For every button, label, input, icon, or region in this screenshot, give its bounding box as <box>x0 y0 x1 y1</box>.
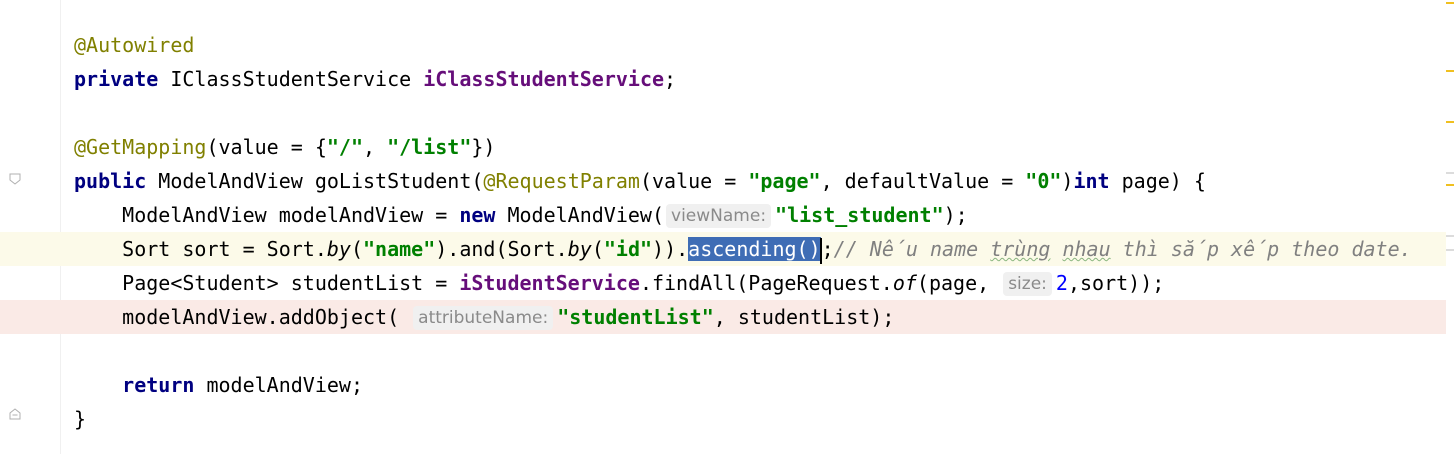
warning-mark[interactable] <box>1446 2 1454 4</box>
code-line-current[interactable]: Sort sort = Sort.by("name").and(Sort.by(… <box>0 232 1448 266</box>
code-token: @Autowired <box>74 33 195 57</box>
code-token: "page" <box>748 169 821 193</box>
code-token: (value = <box>639 169 749 193</box>
code-token: ( <box>591 237 604 261</box>
code-line-highlighted[interactable]: modelAndView.addObject( attributeName: "s… <box>0 300 1448 334</box>
code-token: by <box>567 237 592 261</box>
code-token: int <box>1073 169 1110 193</box>
code-token: "list_student" <box>775 203 944 227</box>
warning-mark[interactable] <box>1446 184 1454 186</box>
code-token: "name" <box>363 237 436 261</box>
code-token: page) { <box>1109 169 1206 193</box>
code-token: return <box>122 373 195 397</box>
info-mark[interactable] <box>1446 172 1454 174</box>
code-token: 2 <box>1055 271 1068 295</box>
info-mark[interactable] <box>1446 249 1454 251</box>
code-token: ModelAndView goListStudent( <box>146 169 484 193</box>
code-token: "/list" <box>387 135 472 159</box>
code-token: )). <box>652 237 689 261</box>
code-line[interactable]: @Autowired <box>0 28 1448 62</box>
code-token: IClassStudentService <box>158 67 424 91</box>
code-token: public <box>74 169 147 193</box>
code-token: , <box>363 135 388 159</box>
code-token: new <box>459 203 496 227</box>
code-token: trùng <box>990 237 1051 261</box>
code-token: "/" <box>326 135 363 159</box>
code-line[interactable]: public ModelAndView goListStudent(@Reque… <box>0 164 1448 198</box>
code-token: ; <box>821 237 834 261</box>
code-line[interactable]: ModelAndView modelAndView = new ModelAnd… <box>0 198 1448 232</box>
code-token: modelAndView; <box>194 373 363 397</box>
parameter-hint: viewName: <box>666 204 772 228</box>
error-stripe[interactable] <box>1446 0 1454 454</box>
code-token: nhau <box>1062 237 1111 261</box>
code-token: iStudentService <box>459 271 640 295</box>
code-token: .findAll(PageRequest. <box>639 271 893 295</box>
selected-text: ascending() <box>688 237 821 261</box>
code-token: ModelAndView( <box>495 203 665 227</box>
code-token: // Nếu name <box>833 237 991 261</box>
info-mark[interactable] <box>1446 235 1454 237</box>
warning-mark[interactable] <box>1446 70 1454 72</box>
code-token: ); <box>943 203 968 227</box>
code-line[interactable]: private IClassStudentService iClassStude… <box>0 62 1448 96</box>
warning-mark[interactable] <box>1446 121 1454 123</box>
code-token: by <box>326 237 351 261</box>
code-line[interactable]: return modelAndView; <box>0 368 1448 402</box>
code-token: @RequestParam <box>483 169 640 193</box>
code-token: Sort sort = Sort. <box>74 237 327 261</box>
code-line[interactable] <box>0 334 1448 368</box>
parameter-hint: attributeName: <box>413 306 554 330</box>
code-token: ).and(Sort. <box>435 237 568 261</box>
code-token: , studentList); <box>713 305 895 329</box>
code-line[interactable]: Page<Student> studentList = iStudentServ… <box>0 266 1448 300</box>
code-token: private <box>74 67 159 91</box>
code-token: ( <box>350 237 364 261</box>
code-line[interactable]: } <box>0 402 1448 436</box>
code-token: (value = { <box>206 135 327 159</box>
code-token: @GetMapping <box>74 135 207 159</box>
code-token: of <box>892 271 917 295</box>
code-token: "0" <box>1025 169 1062 193</box>
code-token: ; <box>664 67 677 91</box>
code-token: }) <box>471 135 496 159</box>
code-token: "studentList" <box>557 305 714 329</box>
code-editor[interactable]: @Autowired private IClassStudentService i… <box>0 28 1448 436</box>
code-token: iClassStudentService <box>423 67 665 91</box>
code-token: (page, <box>916 271 1002 295</box>
code-token: "id" <box>603 237 653 261</box>
code-line[interactable] <box>0 96 1448 130</box>
code-token: , defaultValue = <box>820 169 1026 193</box>
code-token: modelAndView.addObject( <box>74 305 412 329</box>
code-token: ,sort)); <box>1067 271 1165 295</box>
code-line[interactable]: @GetMapping(value = {"/", "/list"}) <box>0 130 1448 164</box>
code-token: ) <box>1061 169 1074 193</box>
parameter-hint: size: <box>1003 272 1052 296</box>
code-token: } <box>74 407 87 431</box>
code-token: thì sắp xếp theo date. <box>1110 237 1412 261</box>
code-token: Page<Student> studentList = <box>74 271 460 295</box>
code-token: ModelAndView modelAndView = <box>74 203 460 227</box>
